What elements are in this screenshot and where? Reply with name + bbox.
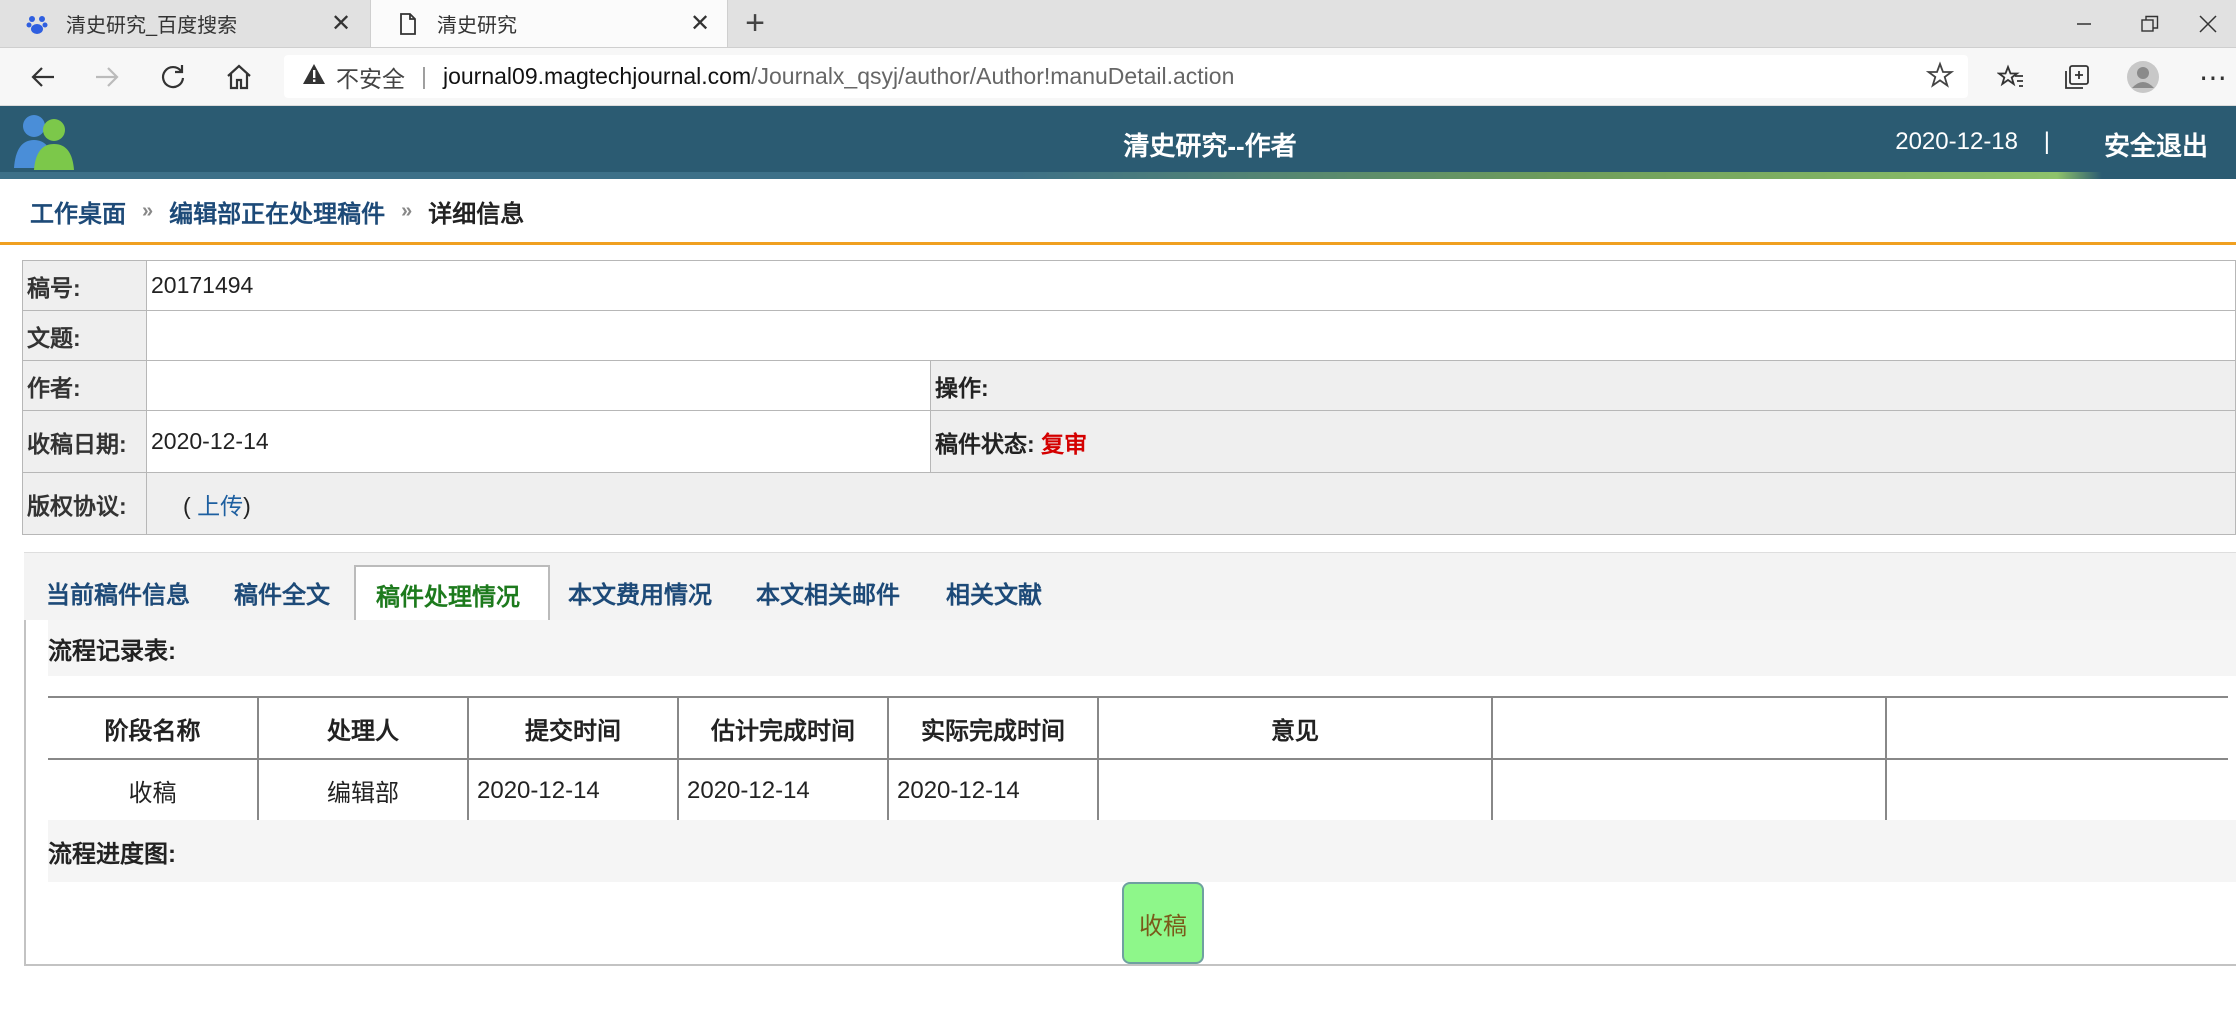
collections-icon[interactable] xyxy=(2058,58,2096,96)
column-header: 处理人 xyxy=(258,696,469,760)
breadcrumb-processing[interactable]: 编辑部正在处理稿件 xyxy=(169,194,385,229)
flow-record-table: 阶段名称 处理人 提交时间 估计完成时间 实际完成时间 意见 收稿 编辑部 20… xyxy=(48,696,2228,821)
table-cell xyxy=(1886,759,2228,821)
table-cell xyxy=(1098,759,1493,821)
address-bar: 不安全 | journal09.magtechjournal.com /Jour… xyxy=(0,48,2236,106)
received-date-value: 2020-12-14 xyxy=(146,410,931,473)
minimize-icon[interactable] xyxy=(2052,0,2116,47)
logout-link[interactable]: 安全退出 xyxy=(2104,126,2208,163)
breadcrumb-workspace[interactable]: 工作桌面 xyxy=(30,194,126,229)
column-header xyxy=(1492,696,1887,760)
column-header: 提交时间 xyxy=(468,696,679,760)
table-header-row: 阶段名称 处理人 提交时间 估计完成时间 实际完成时间 意见 xyxy=(48,696,2228,760)
url-path: /Journalx_qsyj/author/Author!manuDetail.… xyxy=(751,63,1235,89)
home-icon[interactable] xyxy=(220,58,258,96)
table-cell: 2020-12-14 xyxy=(468,759,679,821)
manuscript-id-value: 20171494 xyxy=(146,260,2236,311)
baidu-paw-icon xyxy=(26,13,48,35)
breadcrumb-separator: » xyxy=(401,199,413,222)
browser-tab-active[interactable]: 清史研究 ✕ xyxy=(370,0,728,47)
close-icon[interactable]: ✕ xyxy=(326,9,356,39)
current-date: 2020-12-18 xyxy=(1895,128,2018,155)
column-header: 阶段名称 xyxy=(48,696,259,760)
copyright-cell: ( 上传) xyxy=(146,472,2236,535)
tab-fees[interactable]: 本文费用情况 xyxy=(568,563,712,621)
processing-panel: 流程记录表: 阶段名称 处理人 提交时间 估计完成时间 实际完成时间 意见 收稿… xyxy=(24,620,2236,966)
breadcrumb-current: 详细信息 xyxy=(428,200,525,228)
tab-fulltext[interactable]: 稿件全文 xyxy=(234,563,330,621)
author-value xyxy=(146,360,931,411)
breadcrumb: 工作桌面 » 编辑部正在处理稿件 » 详细信息 xyxy=(0,180,2236,245)
status-cell: 稿件状态: 复审 xyxy=(930,410,2236,473)
table-row: 收稿 编辑部 2020-12-14 2020-12-14 2020-12-14 xyxy=(48,759,2228,821)
operation-label: 操作: xyxy=(930,360,2236,411)
browser-tab-baidu[interactable]: 清史研究_百度搜索 ✕ xyxy=(0,0,368,47)
browser-tab-title: 清史研究 xyxy=(437,15,517,37)
column-header xyxy=(1886,696,2228,760)
status-label: 稿件状态: xyxy=(935,430,1035,457)
tab-emails[interactable]: 本文相关邮件 xyxy=(756,563,900,621)
column-header: 估计完成时间 xyxy=(678,696,889,760)
upload-link[interactable]: 上传 xyxy=(197,493,243,519)
back-icon[interactable] xyxy=(24,58,62,96)
tab-processing-status[interactable]: 稿件处理情况 xyxy=(354,565,550,623)
tab-references[interactable]: 相关文献 xyxy=(946,563,1042,621)
table-cell: 收稿 xyxy=(48,759,259,821)
close-icon[interactable]: ✕ xyxy=(685,9,715,39)
table-cell: 2020-12-14 xyxy=(678,759,889,821)
column-header: 实际完成时间 xyxy=(888,696,1099,760)
header-stripe xyxy=(0,172,2236,179)
favorites-icon[interactable] xyxy=(1992,58,2030,96)
column-header: 意见 xyxy=(1098,696,1493,760)
refresh-icon[interactable] xyxy=(154,58,192,96)
favorite-star-icon[interactable] xyxy=(1925,61,1955,95)
browser-tab-strip: 清史研究_百度搜索 ✕ 清史研究 ✕ + xyxy=(0,0,2236,48)
tab-current-info[interactable]: 当前稿件信息 xyxy=(46,563,190,621)
forward-icon[interactable] xyxy=(88,58,126,96)
header-separator: | xyxy=(2043,128,2050,155)
copyright-label: 版权协议: xyxy=(22,472,147,535)
url-field[interactable]: 不安全 | journal09.magtechjournal.com /Jour… xyxy=(284,55,1968,98)
url-host: journal09.magtechjournal.com xyxy=(442,63,752,89)
url-separator: | xyxy=(421,63,427,89)
manuscript-info-table: 稿号: 20171494 文题: 作者: 操作: 收稿日期: 2020-12-1… xyxy=(22,260,2236,535)
manuscript-tabs: 当前稿件信息 稿件全文 稿件处理情况 本文费用情况 本文相关邮件 相关文献 xyxy=(24,552,2236,623)
restore-icon[interactable] xyxy=(2118,0,2182,47)
manuscript-id-label: 稿号: xyxy=(22,260,147,311)
flow-chart-title: 流程进度图: xyxy=(48,820,2236,882)
copyright-paren-close: ) xyxy=(243,492,251,519)
flow-node-received: 收稿 xyxy=(1122,882,1204,964)
breadcrumb-separator: » xyxy=(142,199,154,222)
browser-tab-title: 清史研究_百度搜索 xyxy=(66,15,238,37)
warning-icon[interactable] xyxy=(302,63,326,91)
table-cell xyxy=(1492,759,1887,821)
profile-avatar-icon[interactable] xyxy=(2124,58,2162,96)
window-close-icon[interactable] xyxy=(2176,0,2236,47)
more-menu-icon[interactable]: ⋯ xyxy=(2194,58,2232,96)
site-header: 清史研究--作者 2020-12-18 | 安全退出 xyxy=(0,106,2236,179)
title-value xyxy=(146,310,2236,361)
flow-record-title: 流程记录表: xyxy=(48,620,2236,676)
page-icon xyxy=(397,12,419,35)
insecure-label[interactable]: 不安全 xyxy=(336,60,405,94)
new-tab-icon[interactable]: + xyxy=(738,6,772,40)
title-label: 文题: xyxy=(22,310,147,361)
status-badge: 复审 xyxy=(1041,430,1088,457)
copyright-paren-open: ( xyxy=(183,492,191,519)
received-date-label: 收稿日期: xyxy=(22,410,147,473)
table-cell: 编辑部 xyxy=(258,759,469,821)
table-cell: 2020-12-14 xyxy=(888,759,1099,821)
author-label: 作者: xyxy=(22,360,147,411)
